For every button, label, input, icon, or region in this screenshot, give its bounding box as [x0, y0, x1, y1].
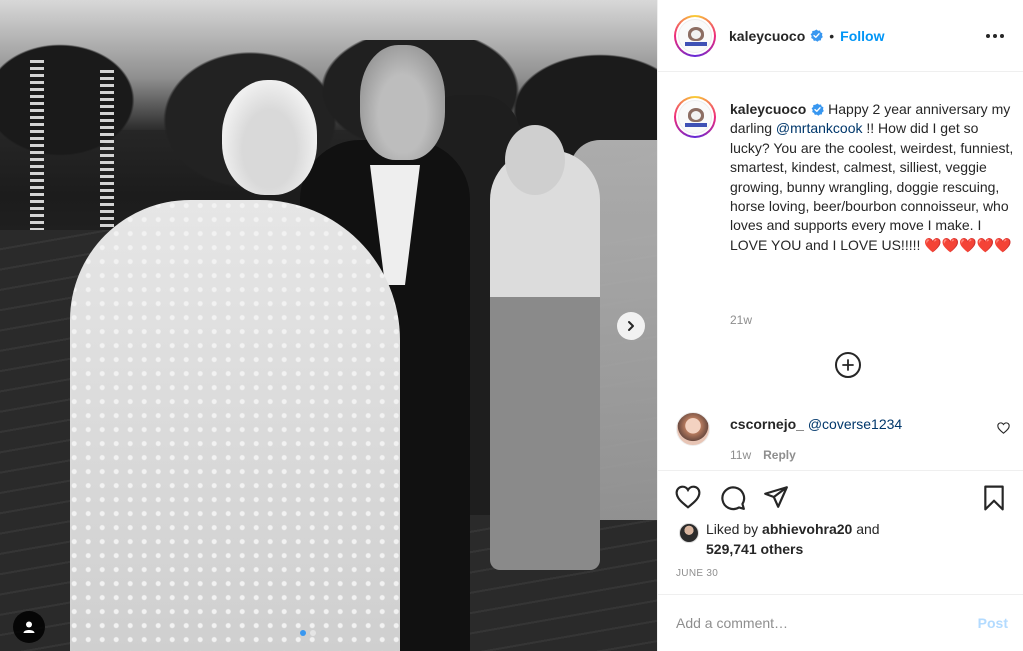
- comment-timestamp[interactable]: 11w: [730, 448, 751, 462]
- share-paper-plane-icon[interactable]: [763, 485, 789, 509]
- comment-like-heart-icon[interactable]: [997, 422, 1010, 434]
- comment-text: cscornejo_ @coverse1234: [730, 416, 902, 432]
- action-bar: [658, 470, 1023, 522]
- caption-body-end: !! How did I get so lucky? You are the c…: [730, 120, 1014, 253]
- chevron-right-icon: [628, 321, 634, 331]
- photo-guest-woman: [490, 150, 600, 570]
- hearts-emoji: ❤️❤️❤️❤️❤️: [924, 236, 1012, 253]
- post-header: kaleycuoco • Follow: [658, 0, 1023, 72]
- photo-string-lights: [100, 70, 114, 230]
- commenter-avatar[interactable]: [676, 412, 710, 446]
- photo-bride-head: [222, 80, 317, 195]
- dog-avatar-icon: [678, 100, 712, 134]
- carousel-dot: [310, 630, 316, 636]
- post-details-panel: kaleycuoco • Follow kaleycuoco Happy 2 y…: [657, 0, 1023, 651]
- liker-username[interactable]: abhievohra20: [762, 521, 852, 537]
- verified-badge-icon: [811, 103, 825, 116]
- caption-timestamp[interactable]: 21w: [730, 313, 752, 327]
- likes-count-link[interactable]: 529,741 others: [706, 541, 803, 557]
- more-options-icon[interactable]: [986, 34, 1004, 38]
- photo-string-lights: [30, 60, 44, 230]
- author-username[interactable]: kaleycuoco: [729, 28, 805, 44]
- post-date[interactable]: JUNE 30: [676, 568, 718, 579]
- comment-bubble-icon[interactable]: [720, 485, 746, 511]
- author-avatar[interactable]: [674, 14, 716, 57]
- photo-bride-dress: [70, 200, 400, 651]
- caption-text: kaleycuoco Happy 2 year anniversary my d…: [730, 100, 1020, 255]
- likes-text: Liked by abhievohra20 and 529,741 others: [706, 521, 880, 557]
- comment-input[interactable]: [676, 615, 978, 631]
- liker-avatar[interactable]: [679, 523, 699, 543]
- like-heart-icon[interactable]: [675, 485, 701, 509]
- commenter-username[interactable]: cscornejo_: [730, 416, 804, 432]
- reply-button[interactable]: Reply: [763, 448, 796, 462]
- comment-mention-link[interactable]: @coverse1234: [808, 416, 902, 432]
- caption-username[interactable]: kaleycuoco: [730, 101, 806, 117]
- likes-summary: Liked by abhievohra20 and 529,741 others: [674, 518, 1014, 560]
- post-comment-button[interactable]: Post: [978, 615, 1008, 631]
- load-more-comments-button[interactable]: [835, 352, 861, 378]
- person-icon: [23, 621, 35, 633]
- follow-button[interactable]: Follow: [840, 28, 884, 44]
- save-bookmark-icon[interactable]: [983, 485, 1005, 511]
- photo-guest-woman-head: [505, 125, 565, 195]
- header-separator: •: [829, 27, 835, 44]
- photo-groom-head: [360, 45, 445, 160]
- post-photo[interactable]: [0, 0, 657, 651]
- comment-meta: 11w Reply: [730, 448, 796, 462]
- add-comment-bar: Post: [658, 594, 1023, 651]
- carousel-dot-active: [300, 630, 306, 636]
- dog-avatar-icon: [678, 18, 712, 53]
- tagged-users-button[interactable]: [13, 611, 45, 643]
- comments-section[interactable]: kaleycuoco Happy 2 year anniversary my d…: [658, 72, 1023, 470]
- verified-badge-icon: [810, 29, 824, 42]
- caption-author-avatar[interactable]: [674, 96, 716, 138]
- carousel-indicator: [300, 630, 316, 636]
- plus-icon: [842, 359, 854, 371]
- next-photo-button[interactable]: [617, 312, 645, 340]
- caption-mention-link[interactable]: @mrtankcook: [776, 120, 863, 136]
